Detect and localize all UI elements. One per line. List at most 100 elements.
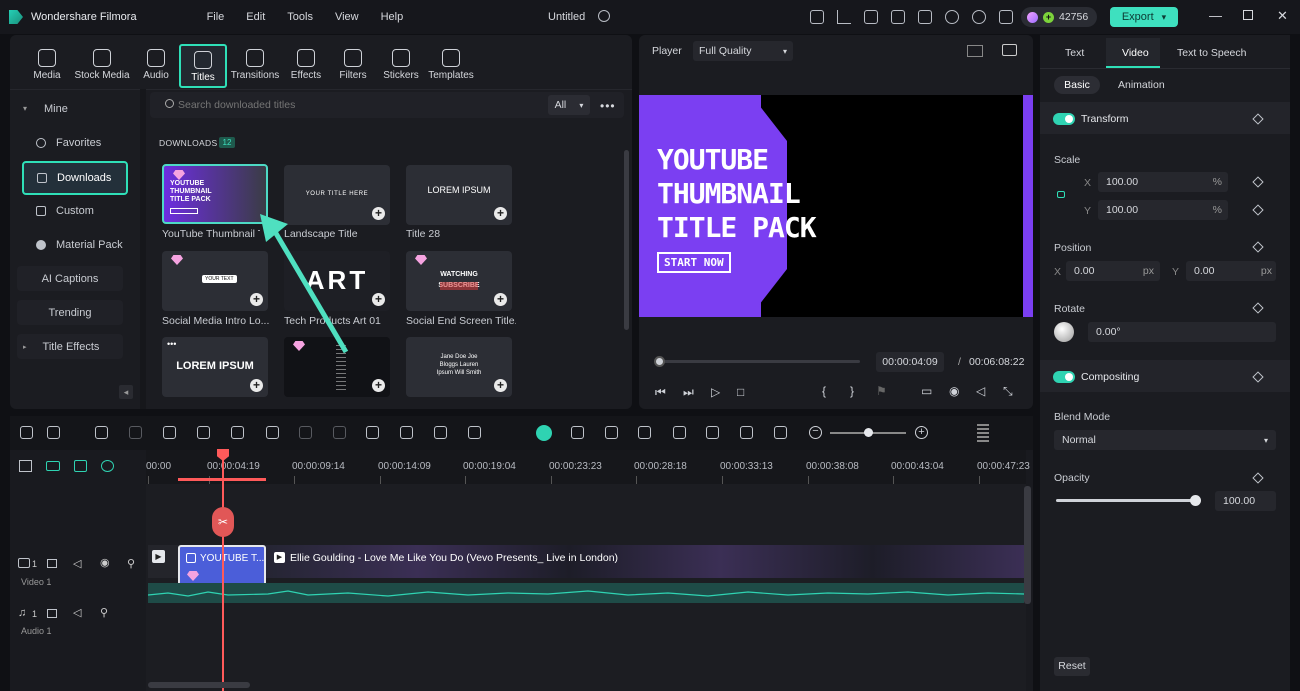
- export-button[interactable]: Export ▾: [1110, 7, 1178, 27]
- lock-icon[interactable]: ⚲: [127, 557, 135, 570]
- scale-y-field[interactable]: 100.00%: [1098, 200, 1228, 220]
- lock-ratio-icon[interactable]: [1057, 191, 1065, 198]
- add-icon[interactable]: +: [250, 379, 263, 392]
- fullscreen-icon[interactable]: ⤡: [1003, 384, 1013, 399]
- prev-frame-icon[interactable]: ⏮: [655, 385, 666, 400]
- subtab-basic[interactable]: Basic: [1054, 76, 1100, 94]
- delete-icon[interactable]: [163, 426, 176, 439]
- record-screen-icon[interactable]: [571, 426, 584, 439]
- headset-icon[interactable]: [972, 10, 986, 24]
- keyframe-icon[interactable]: [434, 426, 447, 439]
- menu-file[interactable]: File: [199, 11, 233, 23]
- tab-text[interactable]: Text: [1065, 47, 1084, 59]
- shield-icon[interactable]: [638, 426, 651, 439]
- audio-icon[interactable]: ◁: [73, 557, 81, 570]
- subtitle-icon[interactable]: [706, 426, 719, 439]
- microphone-icon[interactable]: [673, 426, 686, 439]
- scale-x-field[interactable]: 100.00%: [1098, 172, 1228, 192]
- title-thumb-social-end-screen[interactable]: WATCHING SUBSCRIBE +: [406, 251, 512, 311]
- lock-icon[interactable]: ⚲: [100, 606, 108, 619]
- camera-icon[interactable]: ◉: [949, 384, 959, 398]
- text-icon[interactable]: [231, 426, 244, 439]
- menu-tools[interactable]: Tools: [279, 11, 321, 23]
- tab-transitions[interactable]: Transitions: [229, 44, 281, 88]
- undo-icon[interactable]: [95, 426, 108, 439]
- zoom-in-icon[interactable]: +: [915, 426, 928, 439]
- color-icon[interactable]: [333, 426, 346, 439]
- split-scissors-icon[interactable]: ✂: [212, 507, 234, 537]
- subtab-animation[interactable]: Animation: [1118, 79, 1165, 91]
- sidebar-item-ai-captions[interactable]: AI Captions: [17, 266, 123, 291]
- grid-icon[interactable]: [999, 10, 1013, 24]
- scrubber-handle[interactable]: [654, 356, 665, 367]
- filter-dropdown[interactable]: All ▾: [548, 95, 590, 115]
- playhead[interactable]: [222, 452, 224, 691]
- tab-text-to-speech[interactable]: Text to Speech: [1177, 47, 1246, 59]
- minimize-icon[interactable]: —: [1209, 9, 1222, 22]
- add-icon[interactable]: +: [494, 379, 507, 392]
- title-thumb-names[interactable]: Jane Doe Joe Bloggs Lauren Ipsum Will Sm…: [406, 337, 512, 397]
- tab-media[interactable]: Media: [21, 44, 73, 88]
- timeline-scrollbar-horizontal[interactable]: [148, 682, 250, 688]
- sidebar-item-favorites[interactable]: Favorites: [17, 130, 123, 155]
- compositing-toggle[interactable]: [1053, 371, 1075, 383]
- speed-icon[interactable]: [366, 426, 379, 439]
- rotate-dial[interactable]: [1054, 322, 1074, 342]
- mask-icon[interactable]: [468, 426, 481, 439]
- screen-icon[interactable]: [891, 10, 905, 24]
- zoom-out-icon[interactable]: −: [809, 426, 822, 439]
- sidebar-item-trending[interactable]: Trending: [17, 300, 123, 325]
- grid-view-icon[interactable]: [967, 45, 983, 57]
- audio-waveform[interactable]: [147, 583, 1025, 603]
- collapse-sidebar-button[interactable]: ◂: [119, 385, 133, 399]
- display-icon[interactable]: ▭: [921, 384, 932, 398]
- tab-stickers[interactable]: Stickers: [375, 44, 427, 88]
- menu-help[interactable]: Help: [373, 11, 412, 23]
- current-time[interactable]: 00:00:04:09: [876, 352, 944, 372]
- ai-icon[interactable]: [536, 425, 552, 441]
- position-y-field[interactable]: 0.00 px: [1186, 261, 1276, 281]
- close-icon[interactable]: ✕: [1277, 9, 1288, 22]
- marker-icon[interactable]: ⚑: [876, 384, 887, 398]
- volume-icon[interactable]: ◁: [976, 384, 985, 398]
- zoom-slider-handle[interactable]: [864, 428, 873, 437]
- task-icon[interactable]: [864, 10, 878, 24]
- audio-icon[interactable]: ◁: [73, 606, 81, 619]
- tab-effects[interactable]: Effects: [280, 44, 332, 88]
- opacity-field[interactable]: 100.00: [1215, 491, 1276, 511]
- play-icon[interactable]: ▷: [711, 385, 720, 399]
- add-icon[interactable]: +: [372, 379, 385, 392]
- quality-dropdown[interactable]: Full Quality ▾: [693, 41, 793, 61]
- tab-templates[interactable]: Templates: [425, 44, 477, 88]
- snapshot-image-icon[interactable]: [1002, 44, 1017, 56]
- blend-mode-dropdown[interactable]: Normal ▾: [1054, 430, 1276, 450]
- layout-icon[interactable]: [977, 424, 989, 442]
- gift-icon[interactable]: [810, 10, 824, 24]
- opacity-slider[interactable]: [1056, 499, 1196, 502]
- rotate-field[interactable]: 0.00°: [1088, 322, 1276, 342]
- menu-edit[interactable]: Edit: [238, 11, 273, 23]
- magnet-icon[interactable]: [101, 460, 114, 472]
- send-icon[interactable]: [837, 10, 851, 24]
- timer-icon[interactable]: [400, 426, 413, 439]
- credits-badge[interactable]: + 42756: [1021, 7, 1097, 27]
- add-track-icon[interactable]: [19, 460, 32, 472]
- mark-out-icon[interactable]: }: [850, 384, 854, 398]
- track-settings-icon[interactable]: [74, 460, 87, 472]
- next-frame-icon[interactable]: ⏭: [683, 385, 694, 400]
- maximize-icon[interactable]: [1243, 10, 1253, 20]
- folder-icon[interactable]: [47, 559, 57, 568]
- add-icon[interactable]: +: [372, 293, 385, 306]
- link-icon[interactable]: [46, 461, 60, 471]
- auto-reframe-icon[interactable]: [740, 426, 753, 439]
- save-icon[interactable]: [918, 10, 932, 24]
- cloud-icon[interactable]: [945, 10, 959, 24]
- timeline-scrollbar-vertical[interactable]: [1024, 486, 1031, 604]
- fit-icon[interactable]: [774, 426, 787, 439]
- add-icon[interactable]: +: [494, 293, 507, 306]
- tab-titles[interactable]: Titles: [179, 44, 227, 88]
- pointer-icon[interactable]: [47, 426, 60, 439]
- library-scrollbar[interactable]: [624, 150, 629, 330]
- sidebar-item-material-pack[interactable]: Material Pack: [17, 232, 123, 257]
- folder-icon[interactable]: [47, 609, 57, 618]
